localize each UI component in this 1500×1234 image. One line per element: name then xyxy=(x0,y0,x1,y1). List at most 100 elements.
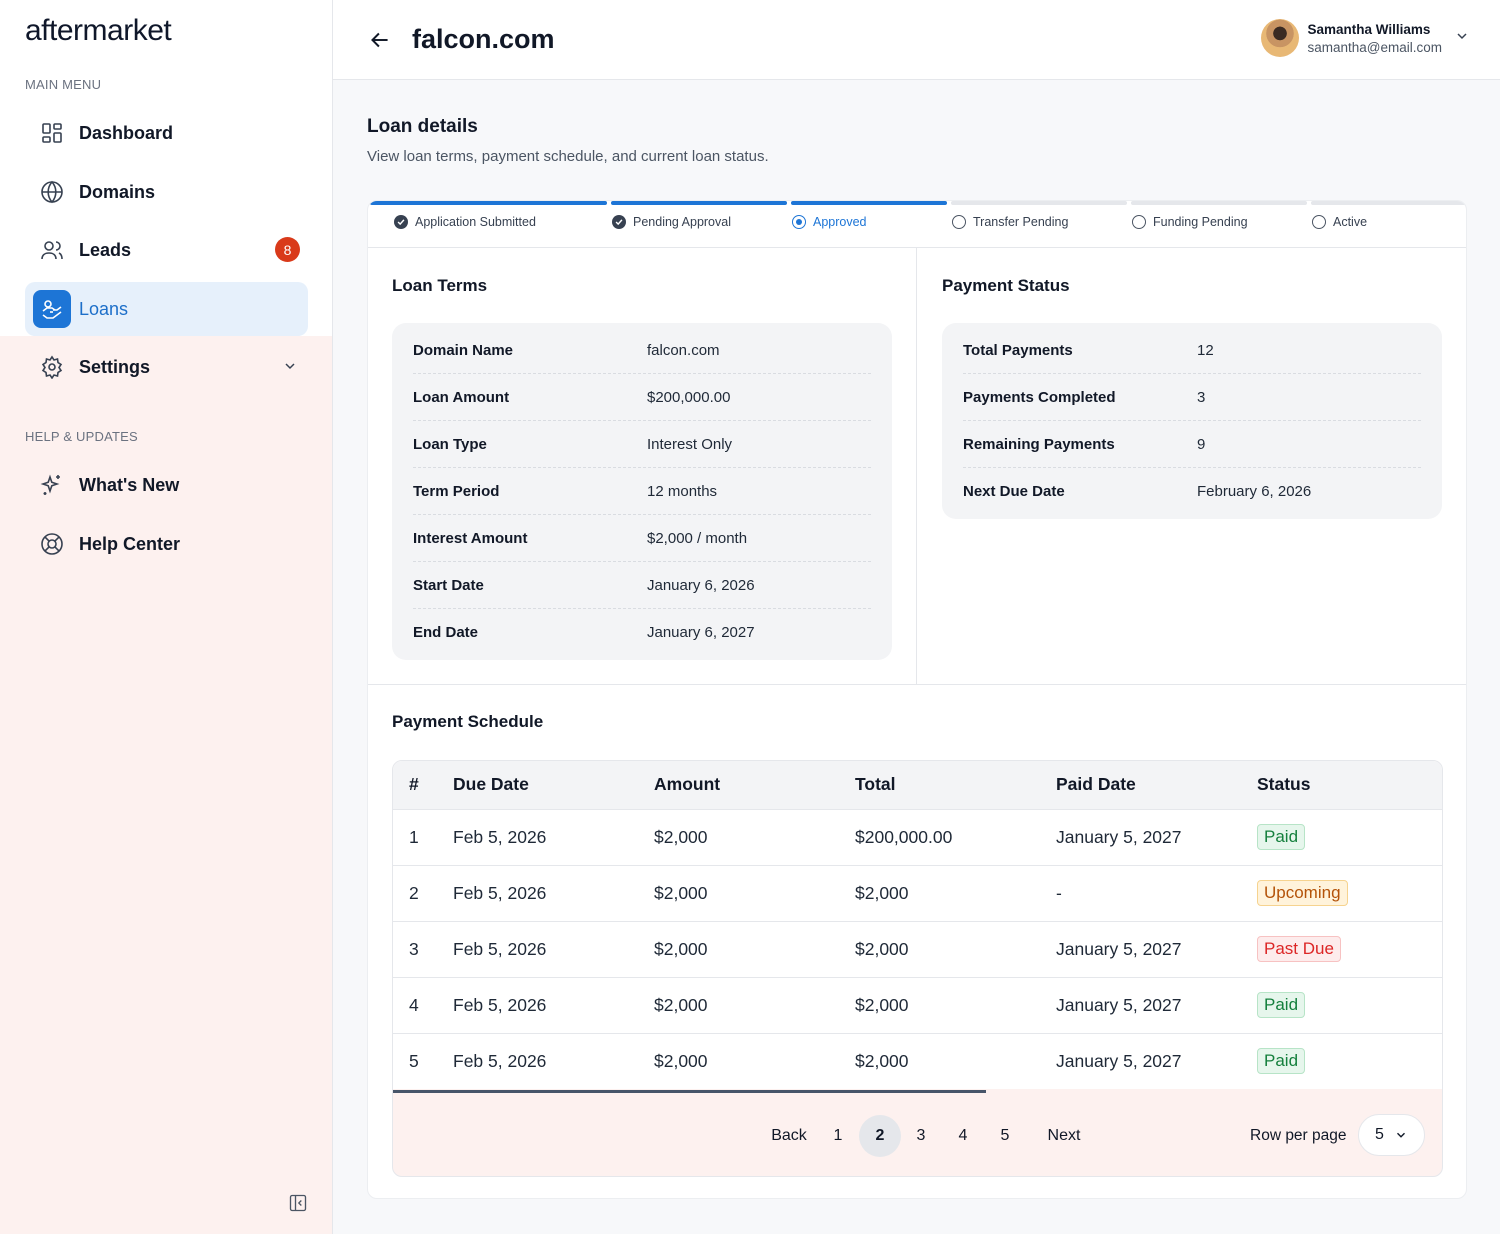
payment-schedule-title: Payment Schedule xyxy=(392,712,544,731)
step-label: Active xyxy=(1333,215,1368,229)
kv-row: End Date January 6, 2027 xyxy=(413,624,755,641)
user-email: samantha@email.com xyxy=(1307,39,1442,55)
user-name: Samantha Williams xyxy=(1307,21,1431,37)
step-transfer-pending: Transfer Pending xyxy=(951,201,1127,248)
check-circle-icon xyxy=(612,215,626,229)
status-badge: Paid xyxy=(1257,1048,1306,1075)
loan-progress-stepper: Application Submitted Pending Approval A… xyxy=(368,201,1466,248)
step-label: Pending Approval xyxy=(633,215,731,229)
step-funding-pending: Funding Pending xyxy=(1131,201,1307,248)
sidebar-item-label: Help Center xyxy=(79,533,181,554)
table-row[interactable]: 5 Feb 5, 2026 $2,000 $2,000 January 5, 2… xyxy=(393,1033,1442,1089)
kv-row: Loan Type Interest Only xyxy=(413,421,871,468)
main-menu-label: MAIN MENU xyxy=(25,77,102,92)
kv-row: Start Date January 6, 2026 xyxy=(413,562,871,609)
divider xyxy=(368,684,1466,685)
sidebar-item-label: Domains xyxy=(79,181,156,202)
loan-terms-box: Domain Name falcon.com Loan Amount $200,00… xyxy=(392,323,892,660)
table-row[interactable]: 3 Feb 5, 2026 $2,000 $2,000 January 5, 2… xyxy=(393,921,1442,977)
page-button[interactable]: 1 xyxy=(817,1115,859,1157)
dashboard-icon xyxy=(39,120,65,146)
kv-row: Loan Amount $200,000.00 xyxy=(413,374,871,421)
sidebar-item-domains[interactable]: Domains xyxy=(25,165,308,219)
lifebuoy-icon xyxy=(39,531,65,557)
kv-row: Payments Completed 3 xyxy=(963,374,1421,421)
users-icon xyxy=(39,237,65,263)
column-header[interactable]: Amount xyxy=(654,761,855,810)
section-title: Loan details xyxy=(367,116,478,137)
chevron-down-icon[interactable] xyxy=(1454,28,1470,49)
sidebar-item-whats-new[interactable]: What's New xyxy=(25,458,308,512)
column-header[interactable]: Due Date xyxy=(453,761,654,810)
sidebar-item-label: Settings xyxy=(79,356,151,377)
pagination-next-button[interactable]: Next xyxy=(1038,1115,1090,1157)
kv-row: Term Period 12 months xyxy=(413,468,871,515)
rows-per-page-label: Row per page xyxy=(1250,1127,1347,1144)
sidebar-item-loans[interactable]: Loans xyxy=(25,282,308,336)
step-active: Active xyxy=(1311,201,1466,248)
sidebar-item-label: Dashboard xyxy=(79,122,174,143)
step-label: Funding Pending xyxy=(1153,215,1248,229)
status-badge: Paid xyxy=(1257,992,1306,1018)
kv-row: Remaining Payments 9 xyxy=(963,421,1421,468)
page-button[interactable]: 4 xyxy=(942,1115,984,1157)
sidebar-item-label: What's New xyxy=(79,474,180,495)
divider xyxy=(916,248,917,684)
page-title: falcon.com xyxy=(412,24,555,54)
loan-details-card: Application Submitted Pending Approval A… xyxy=(367,200,1467,1199)
step-label: Transfer Pending xyxy=(973,215,1069,229)
sidebar-item-settings[interactable]: Settings xyxy=(25,340,308,394)
page-button[interactable]: 3 xyxy=(900,1115,942,1157)
radio-current-icon xyxy=(792,215,806,229)
status-badge: Paid xyxy=(1257,824,1306,850)
loan-handshake-icon xyxy=(33,290,71,328)
status-badge: Past Due xyxy=(1257,936,1341,962)
kv-row: Domain Name falcon.com xyxy=(413,327,871,374)
loan-terms-title: Loan Terms xyxy=(392,276,488,295)
avatar xyxy=(1261,19,1300,57)
payment-status-title: Payment Status xyxy=(942,276,1070,295)
sidebar-item-help-center[interactable]: Help Center xyxy=(25,517,308,571)
logo[interactable]: aftermarket xyxy=(25,14,172,48)
step-approved: Approved xyxy=(791,201,947,248)
chevron-down-icon xyxy=(1396,1132,1405,1138)
column-header[interactable]: Paid Date xyxy=(1056,761,1257,810)
circle-icon xyxy=(1312,215,1326,229)
gear-icon xyxy=(39,354,65,380)
pagination-back-button[interactable]: Back xyxy=(760,1115,818,1157)
page-button-current[interactable]: 2 xyxy=(859,1115,901,1157)
table-header-row: # Due Date Amount Total Paid Date Status xyxy=(393,761,1442,810)
globe-icon xyxy=(39,179,65,205)
pagination: Back 1 2 3 4 5 Next Row per page 5 xyxy=(393,1093,1442,1176)
kv-row: Next Due Date February 6, 2026 xyxy=(963,483,1312,500)
topbar: falcon.com Samantha Williams samantha@em… xyxy=(333,0,1500,80)
user-menu[interactable]: Samantha Williams samantha@email.com xyxy=(1261,19,1470,57)
column-header[interactable]: Total xyxy=(855,761,1056,810)
sidebar-item-leads[interactable]: Leads 8 xyxy=(25,223,308,277)
help-updates-label: HELP & UPDATES xyxy=(25,429,138,444)
status-badge: Upcoming xyxy=(1257,880,1348,906)
collapse-sidebar-icon[interactable] xyxy=(288,1193,308,1213)
back-arrow-icon[interactable] xyxy=(367,27,393,53)
step-label: Approved xyxy=(813,215,867,229)
rows-per-page-select[interactable]: 5 xyxy=(1358,1114,1425,1156)
column-header[interactable]: Status xyxy=(1257,761,1442,810)
payment-schedule-table: # Due Date Amount Total Paid Date Status… xyxy=(392,760,1443,1177)
table-row[interactable]: 2 Feb 5, 2026 $2,000 $2,000 - Upcoming xyxy=(393,865,1442,921)
step-label: Application Submitted xyxy=(415,215,536,229)
step-pending-approval: Pending Approval xyxy=(611,201,787,248)
chevron-down-icon[interactable] xyxy=(282,358,298,379)
column-header[interactable]: # xyxy=(393,761,453,810)
table-row[interactable]: 4 Feb 5, 2026 $2,000 $2,000 January 5, 2… xyxy=(393,977,1442,1033)
table-row[interactable]: 1 Feb 5, 2026 $2,000 $200,000.00 January… xyxy=(393,809,1442,865)
circle-icon xyxy=(1132,215,1146,229)
step-application-submitted: Application Submitted xyxy=(370,201,607,248)
sidebar-item-label: Leads xyxy=(79,239,132,260)
check-circle-icon xyxy=(394,215,408,229)
sidebar: aftermarket MAIN MENU Dashboard Domains … xyxy=(0,0,333,1234)
circle-icon xyxy=(952,215,966,229)
sidebar-item-dashboard[interactable]: Dashboard xyxy=(25,106,308,160)
page-button[interactable]: 5 xyxy=(984,1115,1026,1157)
kv-row: Interest Amount $2,000 / month xyxy=(413,515,871,562)
sidebar-item-label: Loans xyxy=(79,298,129,319)
